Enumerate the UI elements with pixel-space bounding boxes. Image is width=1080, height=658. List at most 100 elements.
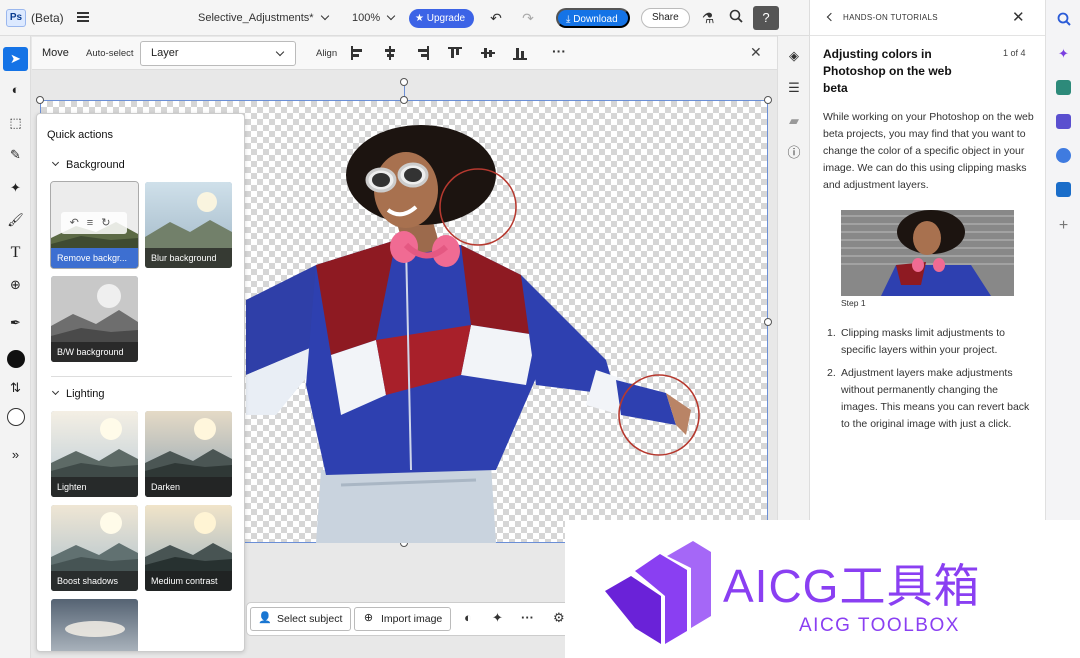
options-bar: Move Auto-select Layer Align ··· ✕	[32, 37, 777, 70]
add-icon[interactable]: +	[1056, 218, 1071, 234]
section-background-toggle[interactable]: Background	[51, 158, 125, 171]
download-label: Download	[573, 14, 618, 25]
select-subject-button[interactable]: 👤 Select subject	[250, 607, 352, 631]
brush-icon[interactable]: 🖌	[3, 208, 28, 232]
chevron-down-icon	[275, 47, 285, 57]
quick-actions-title: Quick actions	[47, 129, 114, 141]
properties-icon[interactable]: ☰	[786, 80, 802, 96]
transform-handle[interactable]	[764, 96, 772, 104]
section-divider	[51, 376, 232, 377]
tutorial-steps-list: 1. Clipping masks limit adjustments to sp…	[823, 325, 1035, 439]
healing-brush-icon[interactable]: ✎	[3, 143, 28, 167]
select-tool-icon[interactable]: ⬚	[3, 111, 28, 135]
settings-icon[interactable]: ⚙	[553, 610, 565, 626]
expand-toolbar-icon[interactable]: »	[3, 443, 28, 467]
select-subject-label: Select subject	[277, 613, 343, 625]
left-toolbar: ➤ ◐ ⬚ ✎ ✦ 🖌 T ⊕ ✒ ⇅ »	[0, 36, 31, 658]
outlook-icon[interactable]	[1056, 182, 1071, 197]
redo-icon[interactable]: ↷	[519, 9, 537, 27]
auto-select-value: Layer	[151, 47, 179, 59]
move-tool-icon[interactable]: ➤	[3, 47, 28, 71]
action-label: Blur background	[145, 248, 232, 268]
swap-colors-icon[interactable]: ⇅	[3, 376, 28, 400]
zoom-dropdown[interactable]: 100%	[352, 11, 396, 24]
star-icon: ★	[415, 13, 427, 24]
info-icon[interactable]: ⓘ	[786, 145, 802, 161]
search-icon[interactable]	[1056, 12, 1071, 27]
auto-select-dropdown[interactable]: Layer	[140, 41, 296, 66]
adjust-tool-icon[interactable]: ◐	[3, 78, 28, 102]
transform-handle[interactable]	[764, 318, 772, 326]
import-image-button[interactable]: ⊕ Import image	[354, 607, 452, 631]
bw-background-action[interactable]: B/W background	[51, 276, 138, 362]
foreground-color-swatch[interactable]	[3, 346, 28, 370]
action-label: Boost shadows	[51, 571, 138, 591]
action-label: Darken	[145, 477, 232, 497]
tutorial-intro: While working on your Photoshop on the w…	[823, 111, 1034, 191]
align-center-icon[interactable]	[383, 46, 397, 60]
more-options-icon[interactable]: ···	[552, 43, 566, 59]
flask-icon[interactable]: ⚗	[699, 9, 717, 27]
transform-handle[interactable]	[36, 96, 44, 104]
tutorials-header: HANDS-ON TUTORIALS ✕	[810, 0, 1045, 36]
section-lighting-toggle[interactable]: Lighting	[51, 387, 105, 400]
comments-icon[interactable]: ▰	[786, 113, 802, 129]
help-icon[interactable]: ?	[753, 6, 779, 30]
generative-fill-icon[interactable]: ✦	[3, 176, 28, 200]
align-top-icon[interactable]	[448, 46, 462, 60]
chevron-down-icon	[320, 11, 329, 21]
refresh-icon[interactable]: ↻	[101, 217, 118, 229]
boost-shadows-action[interactable]: Boost shadows	[51, 505, 138, 591]
menu-icon[interactable]	[76, 10, 92, 26]
layers-icon[interactable]: ◈	[786, 48, 802, 64]
undo-icon[interactable]: ↶	[487, 9, 505, 27]
document-name-dropdown[interactable]: Selective_Adjustments*	[198, 11, 329, 24]
download-button[interactable]: ⤓ Download	[556, 8, 630, 28]
quick-actions-panel: Quick actions Background ↶≡↻ Remove back…	[36, 113, 245, 652]
align-left-icon[interactable]	[350, 46, 364, 60]
section-label: Lighting	[66, 388, 105, 400]
adjust-icon[interactable]: ◐	[464, 610, 472, 625]
action-label: Lighten	[51, 477, 138, 497]
type-tool-icon[interactable]: T	[3, 241, 28, 265]
background-color-swatch[interactable]	[3, 404, 28, 428]
list-text: Clipping masks limit adjustments to spec…	[841, 327, 1005, 356]
teams-icon[interactable]	[1056, 114, 1071, 129]
copilot-icon[interactable]: ✦	[1056, 46, 1071, 61]
align-middle-icon[interactable]	[481, 46, 495, 60]
share-button[interactable]: Share	[641, 8, 690, 28]
align-right-icon[interactable]	[416, 46, 430, 60]
action-label: Remove backgr...	[51, 248, 138, 268]
tutorial-step-image	[841, 210, 1014, 296]
zoom-value: 100%	[352, 12, 381, 24]
chevron-down-icon	[386, 11, 396, 21]
settings-icon[interactable]: ≡	[87, 217, 101, 229]
blur-background-action[interactable]: Blur background	[145, 182, 232, 268]
darken-action[interactable]: Darken	[145, 411, 232, 497]
list-number: 2.	[827, 367, 836, 379]
briefcase-icon[interactable]	[1056, 80, 1071, 95]
subject-image	[246, 125, 700, 543]
person-icon: 👤	[258, 612, 272, 624]
search-icon[interactable]	[727, 9, 745, 27]
align-label: Align	[316, 48, 338, 59]
transform-handle[interactable]	[400, 96, 408, 104]
align-bottom-icon[interactable]	[513, 46, 527, 60]
upgrade-button[interactable]: ★ Upgrade	[409, 9, 475, 28]
action-label: B/W background	[51, 342, 138, 362]
add-image-icon[interactable]: ⊕	[3, 273, 28, 297]
back-icon[interactable]	[826, 12, 836, 22]
tutorial-title: Adjusting colors in Photoshop on the web…	[823, 47, 952, 95]
medium-contrast-action[interactable]: Medium contrast	[145, 505, 232, 591]
close-icon[interactable]: ✕	[1012, 8, 1025, 26]
close-icon[interactable]: ✕	[750, 44, 762, 61]
remove-background-action[interactable]: ↶≡↻ Remove backgr...	[50, 181, 139, 269]
generative-icon[interactable]: ✦	[492, 610, 503, 626]
more-options-icon[interactable]: ···	[521, 610, 534, 625]
more-lighting-action[interactable]	[51, 599, 138, 651]
undo-icon[interactable]: ↶	[70, 217, 87, 229]
rotate-handle[interactable]	[400, 78, 408, 86]
lighten-action[interactable]: Lighten	[51, 411, 138, 497]
eyedropper-icon[interactable]: ✒	[3, 311, 28, 335]
office-icon[interactable]	[1056, 148, 1071, 163]
